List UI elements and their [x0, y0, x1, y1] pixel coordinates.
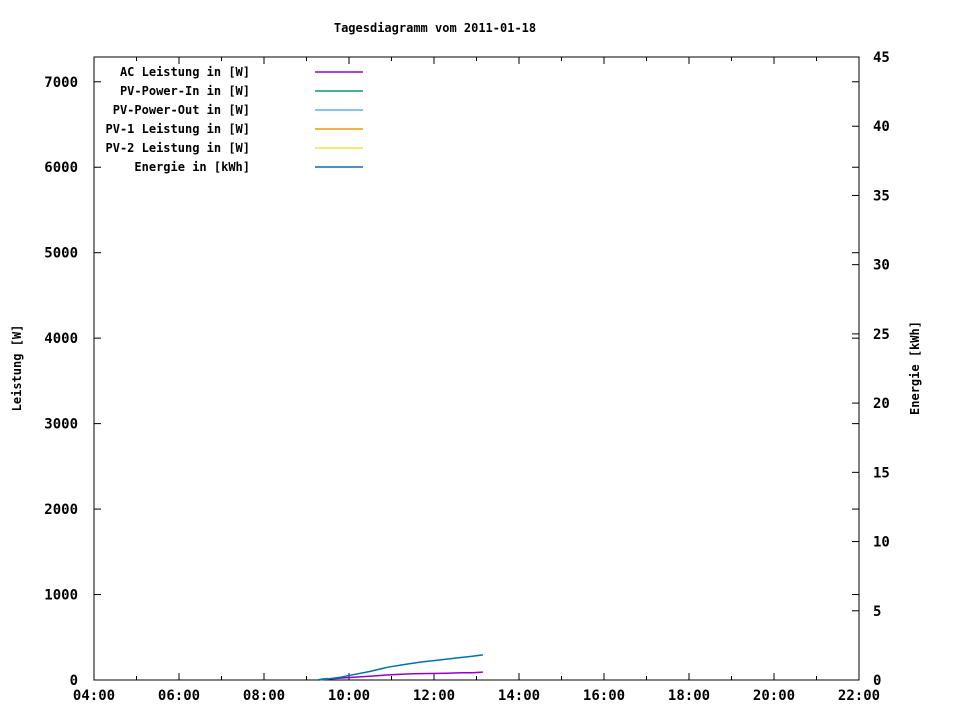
x-tick-label: 20:00 [753, 688, 795, 704]
y-right-tick-label: 10 [873, 535, 890, 551]
series-line-6 [318, 655, 483, 680]
y-right-tick-label: 0 [873, 673, 881, 689]
legend-label: PV-Power-Out in [W] [113, 103, 250, 117]
y-right-tick-label: 45 [873, 50, 890, 66]
x-tick-label: 10:00 [328, 688, 370, 704]
y-right-tick-label: 15 [873, 465, 890, 481]
legend-label: PV-2 Leistung in [W] [106, 141, 251, 155]
y-left-tick-label: 0 [70, 673, 78, 689]
legend-label: PV-Power-In in [W] [120, 84, 250, 98]
legend-label: Energie in [kWh] [134, 160, 250, 174]
y-right-tick-label: 40 [873, 119, 890, 135]
y-right-tick-label: 20 [873, 396, 890, 412]
y-left-tick-label: 1000 [44, 588, 78, 604]
y-left-tick-label: 6000 [44, 160, 78, 176]
x-tick-label: 18:00 [668, 688, 710, 704]
x-tick-label: 06:00 [158, 688, 200, 704]
x-tick-label: 12:00 [413, 688, 455, 704]
y-axis-label-right: Energie [kWh] [908, 268, 924, 468]
x-tick-label: 14:00 [498, 688, 540, 704]
y-right-tick-label: 30 [873, 258, 890, 274]
x-tick-label: 22:00 [838, 688, 880, 704]
y-left-tick-label: 7000 [44, 75, 78, 91]
y-left-tick-label: 4000 [44, 331, 78, 347]
y-right-tick-label: 35 [873, 188, 890, 204]
chart-canvas: 04:00 06:00 08:00 10:00 12:00 14:00 16:00 18:00… [0, 0, 960, 720]
x-tick-label: 04:00 [73, 688, 115, 704]
y-axis-label-left: Leistung [W] [10, 268, 26, 468]
x-tick-label: 16:00 [583, 688, 625, 704]
x-tick-label: 08:00 [243, 688, 285, 704]
y-left-tick-label: 3000 [44, 417, 78, 433]
y-right-tick-label: 25 [873, 327, 890, 343]
chart-title: Tagesdiagramm vom 2011-01-18 [0, 21, 870, 35]
y-left-tick-label: 5000 [44, 246, 78, 262]
chart-plot-svg: 04:00 06:00 08:00 10:00 12:00 14:00 16:00 18:00… [0, 0, 960, 720]
legend-label: PV-1 Leistung in [W] [106, 122, 251, 136]
legend-label: AC Leistung in [W] [120, 65, 250, 79]
y-left-tick-label: 2000 [44, 502, 78, 518]
y-right-tick-label: 5 [873, 604, 881, 620]
